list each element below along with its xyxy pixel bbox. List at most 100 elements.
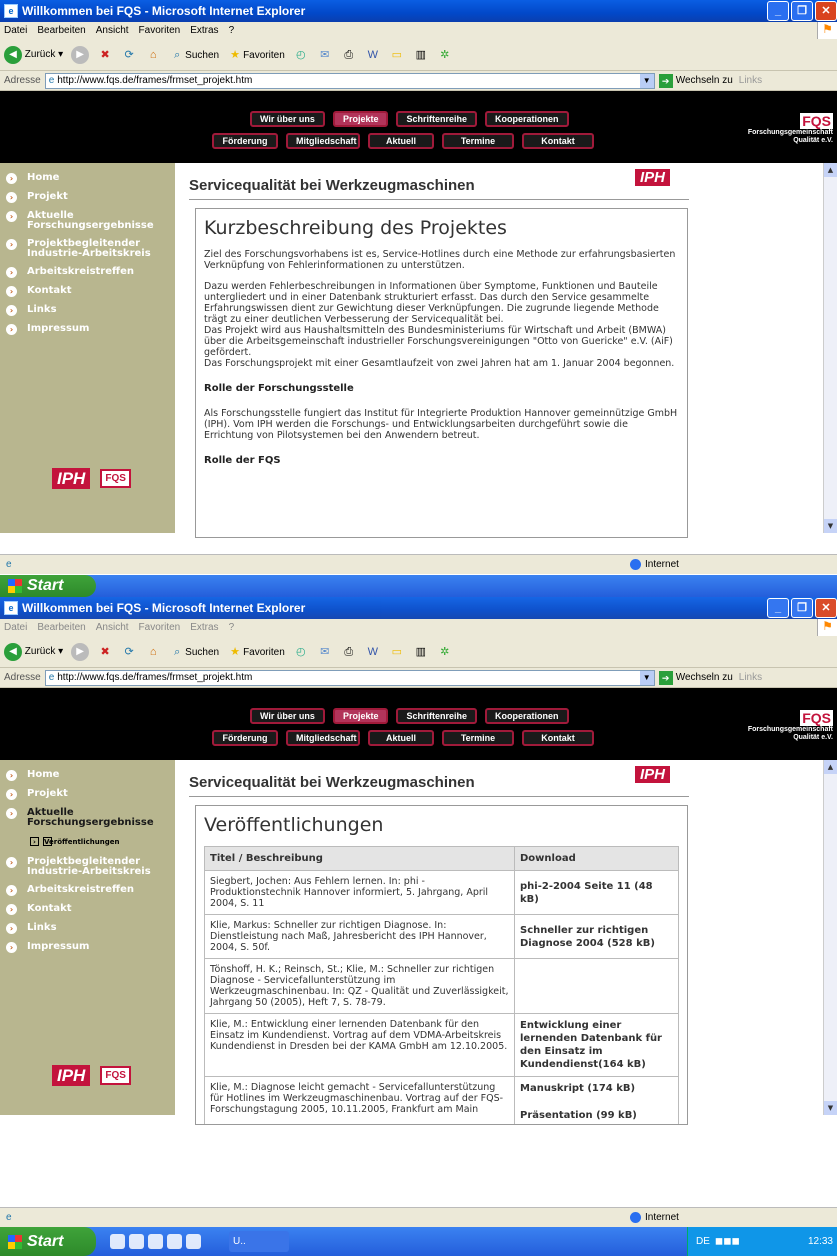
messenger-icon[interactable]: ✲ <box>437 47 453 63</box>
folder-icon[interactable]: ▭ <box>389 644 405 660</box>
nav-projekte[interactable]: Projekte <box>332 111 389 127</box>
sidebar-item-kontakt[interactable]: › Kontakt <box>0 286 175 297</box>
scroll-down-icon[interactable]: ▼ <box>824 1101 837 1115</box>
sidebar-item-home[interactable]: › Home <box>0 173 175 184</box>
start-button-partial[interactable]: Start <box>0 575 96 597</box>
stop-icon[interactable]: ✖ <box>97 644 113 660</box>
nav-termine[interactable]: Termine <box>442 133 514 149</box>
nav-wir-ueber-uns[interactable]: Wir über uns <box>250 708 325 724</box>
menu-favoriten[interactable]: Favoriten <box>139 25 181 36</box>
search-button[interactable]: ⌕ Suchen <box>169 47 219 63</box>
sidebar-item-arbeitskreistreffen[interactable]: › Arbeitskreistreffen <box>0 267 175 278</box>
sidebar-item-kontakt[interactable]: › Kontakt <box>0 904 175 915</box>
sidebar-item-links[interactable]: › Links <box>0 305 175 316</box>
menu-help[interactable]: ? <box>229 25 235 36</box>
nav-schriftenreihe[interactable]: Schriftenreihe <box>396 111 477 127</box>
download-link[interactable]: Entwicklung einer lernenden Datenbank fü… <box>514 1013 679 1077</box>
sidebar-item-projektbegleitender[interactable]: › Projektbegleitender Industrie-Arbeitskr… <box>0 857 175 877</box>
nav-kontakt[interactable]: Kontakt <box>522 730 594 746</box>
sidebar-item-projektbegleitender[interactable]: › Projektbegleitender Industrie-Arbeitskr… <box>0 239 175 259</box>
taskbar-item[interactable]: U.. <box>229 1231 289 1252</box>
word-icon[interactable]: W <box>365 47 381 63</box>
print-icon[interactable]: ⎙ <box>341 47 357 63</box>
nav-foerderung[interactable]: Förderung <box>212 133 278 149</box>
menu-datei[interactable]: Datei <box>4 25 27 36</box>
sidebar-item-home[interactable]: › Home <box>0 770 175 781</box>
nav-kontakt[interactable]: Kontakt <box>522 133 594 149</box>
address-input[interactable]: e http://www.fqs.de/frames/frmset_projek… <box>44 669 655 686</box>
nav-schriftenreihe[interactable]: Schriftenreihe <box>396 708 477 724</box>
minimize-button[interactable]: _ <box>767 598 789 618</box>
maximize-button[interactable]: ❐ <box>791 1 813 21</box>
nav-projekte[interactable]: Projekte <box>332 708 389 724</box>
download-link[interactable]: Schneller zur richtigen Diagnose 2004 (5… <box>514 914 679 959</box>
address-dropdown-icon[interactable]: ▼ <box>639 73 654 88</box>
menu-help[interactable]: ? <box>229 622 235 633</box>
close-button[interactable]: ✕ <box>815 598 837 618</box>
menu-extras[interactable]: Extras <box>190 25 218 36</box>
nav-foerderung[interactable]: Förderung <box>212 730 278 746</box>
download-link-manuskript[interactable]: Manuskript (174 kB) <box>520 1082 673 1095</box>
sidebar-item-projekt[interactable]: › Projekt <box>0 192 175 203</box>
home-icon[interactable]: ⌂ <box>145 644 161 660</box>
menu-extras[interactable]: Extras <box>190 622 218 633</box>
links-button[interactable]: Links <box>739 75 762 86</box>
mail-icon[interactable]: ✉ <box>317 47 333 63</box>
close-button[interactable]: ✕ <box>815 1 837 21</box>
home-icon[interactable]: ⌂ <box>145 47 161 63</box>
sidebar-item-impressum[interactable]: › Impressum <box>0 324 175 335</box>
sidebar-item-aktuelle[interactable]: › Aktuelle Forschungsergebnisse <box>0 808 175 828</box>
maximize-button[interactable]: ❐ <box>791 598 813 618</box>
word-icon[interactable]: W <box>365 644 381 660</box>
menu-favoriten[interactable]: Favoriten <box>139 622 181 633</box>
fqs-logo-small[interactable]: FQS <box>100 1066 131 1085</box>
nav-termine[interactable]: Termine <box>442 730 514 746</box>
nav-wir-ueber-uns[interactable]: Wir über uns <box>250 111 325 127</box>
scroll-up-icon[interactable]: ▲ <box>824 163 837 177</box>
word-launch-icon[interactable] <box>167 1234 182 1249</box>
iph-logo[interactable]: IPH <box>52 468 91 489</box>
print-icon[interactable]: ⎙ <box>341 644 357 660</box>
tray-lang[interactable]: DE <box>696 1236 710 1247</box>
nav-mitgliedschaft[interactable]: Mitgliedschaft <box>286 133 360 149</box>
menu-ansicht[interactable]: Ansicht <box>96 622 129 633</box>
address-dropdown-icon[interactable]: ▼ <box>639 670 654 685</box>
history-icon[interactable]: ◴ <box>293 47 309 63</box>
scrollbar[interactable]: ▲ ▼ <box>823 163 837 533</box>
nav-aktuell[interactable]: Aktuell <box>368 730 434 746</box>
sidebar-item-projekt[interactable]: › Projekt <box>0 789 175 800</box>
messenger-icon[interactable]: ✲ <box>437 644 453 660</box>
back-button[interactable]: ◀ Zurück ▾ <box>4 642 63 661</box>
sidebar-item-aktuelle[interactable]: › Aktuelle Forschungsergebnisse <box>0 211 175 231</box>
nav-aktuell[interactable]: Aktuell <box>368 133 434 149</box>
sidebar-item-links[interactable]: › Links <box>0 923 175 934</box>
links-button[interactable]: Links <box>739 672 762 683</box>
back-button[interactable]: ◀ Zurück ▾ <box>4 45 63 64</box>
favorites-button[interactable]: ★ Favoriten <box>227 47 285 63</box>
excel-launch-icon[interactable] <box>148 1234 163 1249</box>
nav-kooperationen[interactable]: Kooperationen <box>485 111 569 127</box>
ie-launch-icon[interactable] <box>110 1234 125 1249</box>
search-button[interactable]: ⌕ Suchen <box>169 644 219 660</box>
menu-datei[interactable]: Datei <box>4 622 27 633</box>
folder-icon[interactable]: ▭ <box>389 47 405 63</box>
refresh-icon[interactable]: ⟳ <box>121 644 137 660</box>
ie-launch-icon-2[interactable] <box>129 1234 144 1249</box>
research-icon[interactable]: ▥ <box>413 644 429 660</box>
fqs-logo-small[interactable]: FQS <box>100 469 131 488</box>
scroll-up-icon[interactable]: ▲ <box>824 760 837 774</box>
desktop-launch-icon[interactable] <box>186 1234 201 1249</box>
go-button[interactable]: ➔ Wechseln zu <box>658 73 733 88</box>
sidebar-item-impressum[interactable]: › Impressum <box>0 942 175 953</box>
sidebar-item-arbeitskreistreffen[interactable]: › Arbeitskreistreffen <box>0 885 175 896</box>
address-input[interactable]: e http://www.fqs.de/frames/frmset_projek… <box>44 72 655 89</box>
nav-kooperationen[interactable]: Kooperationen <box>485 708 569 724</box>
research-icon[interactable]: ▥ <box>413 47 429 63</box>
scrollbar[interactable]: ▲ ▼ <box>823 760 837 1115</box>
iph-logo[interactable]: IPH <box>52 1065 91 1086</box>
go-button[interactable]: ➔ Wechseln zu <box>658 670 733 685</box>
favorites-button[interactable]: ★ Favoriten <box>227 644 285 660</box>
stop-icon[interactable]: ✖ <box>97 47 113 63</box>
minimize-button[interactable]: _ <box>767 1 789 21</box>
tray-icons[interactable]: ◼◼◼ <box>715 1236 740 1247</box>
